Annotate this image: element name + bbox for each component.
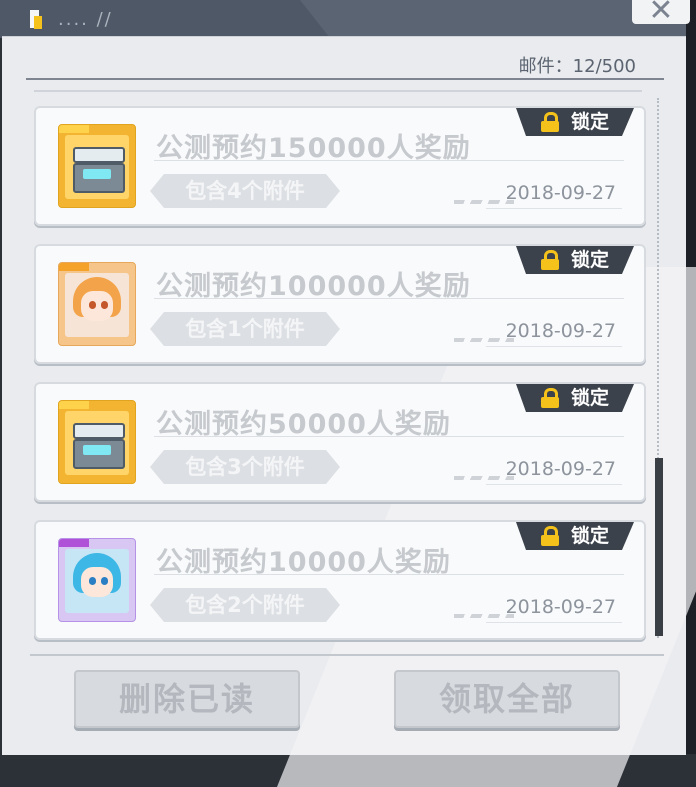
lock-toggle[interactable]: 锁定 (516, 108, 634, 136)
lock-label: 锁定 (570, 525, 609, 547)
mail-date: 2018-09-27 (505, 458, 616, 480)
tab-decoration-text: .... // (58, 9, 113, 30)
date-underline (486, 484, 622, 485)
close-button[interactable]: ✕ (632, 0, 690, 26)
thumbnail-tab (59, 125, 89, 133)
claim-all-button[interactable]: 领取全部 (394, 670, 620, 728)
attachment-thumbnail (58, 262, 136, 346)
lock-icon (540, 112, 559, 132)
attachment-count-badge: 包含1个附件 (150, 312, 340, 346)
delete-read-button[interactable]: 删除已读 (74, 670, 300, 728)
date-underline (486, 208, 622, 209)
mail-date: 2018-09-27 (505, 320, 616, 342)
orange-hair-character-icon (65, 273, 129, 337)
lock-icon (540, 388, 559, 408)
mail-title: 公测预约100000人奖励 (156, 271, 471, 302)
attachment-thumbnail (58, 538, 136, 622)
lock-icon (540, 250, 559, 270)
supply-crate-icon (65, 411, 129, 475)
mail-tab-header: .... // (0, 0, 330, 38)
attachment-thumbnail (58, 400, 136, 484)
lock-label: 锁定 (570, 387, 609, 409)
lock-toggle[interactable]: 锁定 (516, 522, 634, 550)
thumbnail-tab (59, 539, 89, 547)
attachment-count-badge: 包含4个附件 (150, 174, 340, 208)
lock-icon (540, 526, 559, 546)
thumbnail-tab (59, 263, 89, 271)
mail-title: 公测预约50000人奖励 (156, 409, 451, 440)
date-underline (486, 346, 622, 347)
attachment-thumbnail (58, 124, 136, 208)
mail-item[interactable]: 公测预约50000人奖励 包含3个附件 2018-09-27 锁定 (34, 382, 646, 502)
lock-toggle[interactable]: 锁定 (516, 246, 634, 274)
lock-toggle[interactable]: 锁定 (516, 384, 634, 412)
scrollbar-thumb[interactable] (655, 458, 663, 636)
mail-item[interactable]: 公测预约100000人奖励 包含1个附件 2018-09-27 锁定 (34, 244, 646, 364)
lock-label: 锁定 (570, 249, 609, 271)
mail-item[interactable]: 公测预约10000人奖励 包含2个附件 2018-09-27 锁定 (34, 520, 646, 640)
mail-title: 公测预约150000人奖励 (156, 133, 471, 164)
mail-count: 邮件：12/500 (518, 56, 636, 77)
lock-label: 锁定 (570, 111, 609, 133)
mail-item[interactable]: 公测预约150000人奖励 包含4个附件 2018-09-27 锁定 (34, 106, 646, 226)
supply-crate-icon (65, 135, 129, 199)
mail-date: 2018-09-27 (505, 596, 616, 618)
date-underline (486, 622, 622, 623)
thumbnail-tab (59, 401, 89, 409)
footer-divider (30, 654, 664, 656)
list-top-edge (34, 86, 642, 92)
blue-hair-character-icon (65, 549, 129, 613)
mail-title: 公测预约10000人奖励 (156, 547, 451, 578)
mail-tab-icon-accent (34, 16, 42, 29)
divider (26, 78, 664, 80)
attachment-count-badge: 包含2个附件 (150, 588, 340, 622)
mail-date: 2018-09-27 (505, 182, 616, 204)
attachment-count-badge: 包含3个附件 (150, 450, 340, 484)
